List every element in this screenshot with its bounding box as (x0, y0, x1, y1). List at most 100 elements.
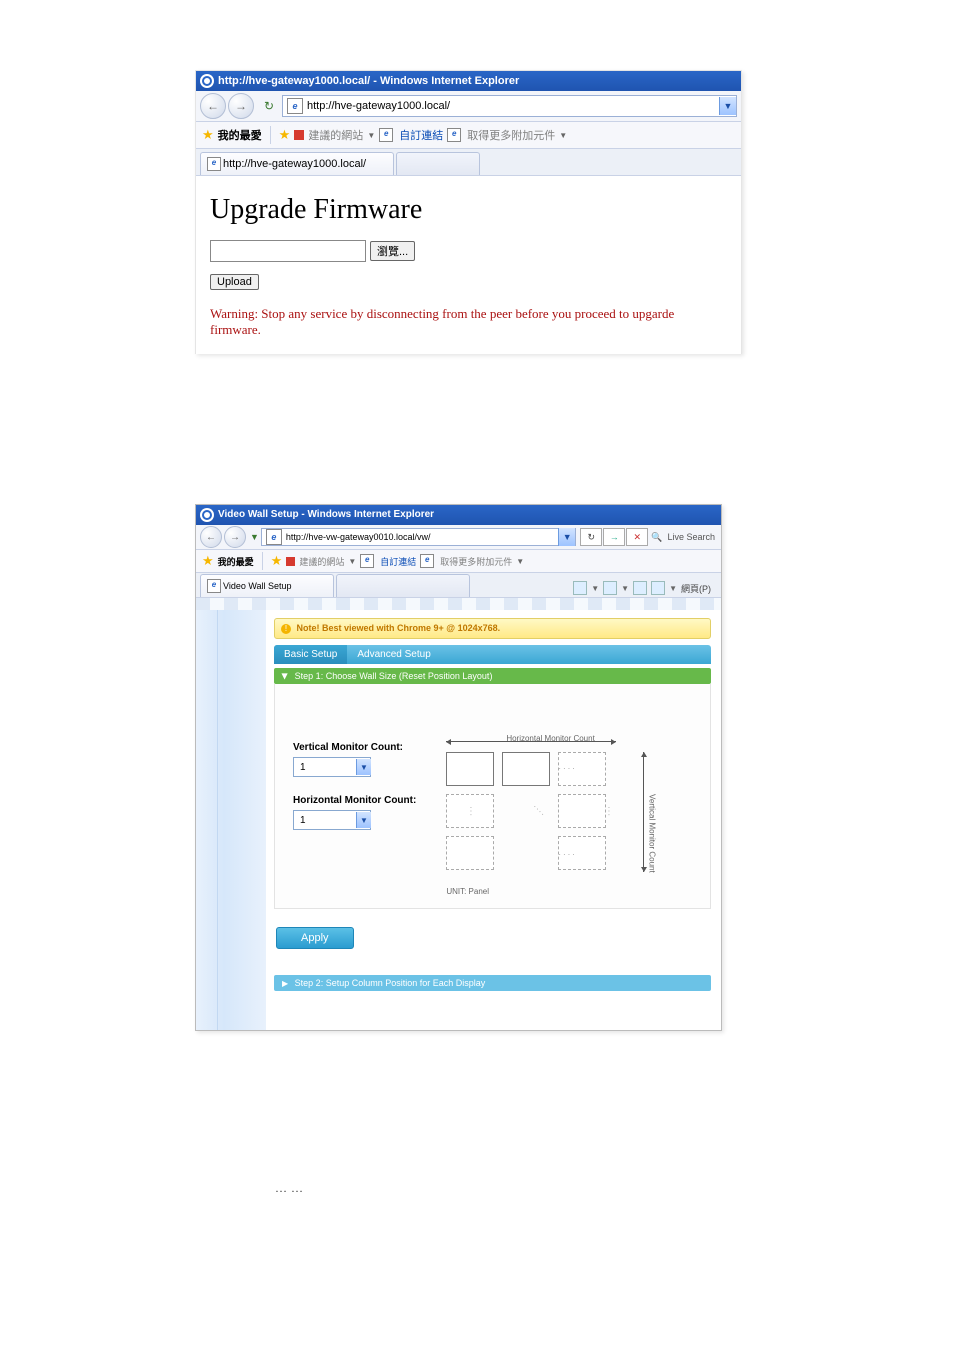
chev: ▼ (591, 584, 599, 593)
note-text: Note! Best viewed with Chrome 9+ @ 1024x… (297, 623, 501, 633)
favorites-label-2: 我的最愛 (218, 555, 254, 568)
star-icon-4[interactable]: ★ (271, 553, 283, 569)
home-icon[interactable] (573, 581, 587, 595)
window-titlebar-1: http://hve-gateway1000.local/ - Windows … (196, 71, 741, 91)
nav-row-1: ← → ↻ e http://hve-gateway1000.local/ ▼ (196, 91, 741, 122)
window-title-2: Video Wall Setup - Windows Internet Expl… (218, 505, 434, 525)
step1-header[interactable]: ▶ Step 1: Choose Wall Size (Reset Positi… (274, 668, 711, 684)
vertical-count-label: Vertical Monitor Count: (293, 742, 416, 753)
star-icon-3[interactable]: ★ (202, 553, 214, 569)
fav-suggested-sites[interactable]: 建議的網站 (308, 127, 363, 143)
fav-custom-links[interactable]: 自訂連結 (399, 127, 443, 143)
count-inputs-column: Vertical Monitor Count: 1 ▼ Horizontal M… (293, 734, 416, 894)
tab-row-2: e Video Wall Setup ▼ ▼ ▼ 網頁(P) (196, 573, 721, 598)
feed-icon[interactable] (603, 581, 617, 595)
step1-title: Step 1: Choose Wall Size (Reset Position… (295, 671, 493, 681)
go-box-icon[interactable]: → (603, 528, 625, 546)
red-square-icon-2 (286, 557, 295, 566)
page-icon-2: e (266, 529, 282, 545)
fav-more-2[interactable]: 取得更多附加元件 (440, 555, 512, 568)
dots-col-right: ··· (604, 806, 613, 817)
dropdown-icon[interactable]: ▼ (250, 532, 259, 542)
fav-custom-2[interactable]: 自訂連結 (380, 555, 416, 568)
back-button[interactable]: ← (200, 93, 226, 119)
page-menu[interactable]: 網頁(P) (681, 582, 711, 595)
screenshot-video-wall: Video Wall Setup - Windows Internet Expl… (195, 504, 722, 1031)
tab-title-2: Video Wall Setup (223, 581, 292, 591)
step2-header[interactable]: ▶ Step 2: Setup Column Position for Each… (274, 975, 711, 991)
upload-button[interactable]: Upload (210, 274, 259, 290)
address-text-2: http://hve-vw-gateway0010.local/vw/ (286, 532, 431, 542)
ellipsis-text: …… (275, 1181, 954, 1196)
refresh-box-icon[interactable]: ↻ (580, 528, 602, 546)
stop-box-icon[interactable]: ✕ (626, 528, 648, 546)
new-tab-button-2[interactable] (336, 574, 470, 597)
new-tab-button[interactable] (396, 152, 480, 175)
nav-right-controls: ↻ → ✕ 🔍 Live Search (580, 528, 717, 546)
chevron-down-icon-2: ▼ (559, 131, 567, 140)
forward-button[interactable]: → (228, 93, 254, 119)
address-bar[interactable]: e http://hve-gateway1000.local/ ▼ (282, 95, 737, 117)
window-title: http://hve-gateway1000.local/ - Windows … (218, 71, 519, 91)
mail-icon[interactable] (633, 581, 647, 595)
tab-ie-icon: e (207, 157, 221, 171)
back-button-2[interactable]: ← (200, 526, 222, 548)
dots-col-left: ··· (466, 806, 475, 817)
chev: ▼ (669, 584, 677, 593)
favorites-label: 我的最愛 (218, 127, 262, 143)
favorites-bar-1: ★ 我的最愛 ★ 建議的網站 ▼ e 自訂連結 e 取得更多附加元件 ▼ (196, 122, 741, 149)
browse-button[interactable]: 瀏覽... (370, 241, 415, 261)
star-icon[interactable]: ★ (202, 127, 214, 143)
panel (446, 836, 494, 870)
nav-row-2: ← → ▼ e http://hve-vw-gateway0010.local/… (196, 525, 721, 550)
vertical-count-select[interactable]: 1 ▼ (293, 757, 371, 777)
panel (502, 752, 550, 786)
tab-ie-icon-2: e (207, 579, 221, 593)
forward-button-2[interactable]: → (224, 526, 246, 548)
file-path-input[interactable] (210, 240, 366, 262)
setup-tabs: Basic Setup Advanced Setup (274, 645, 711, 664)
address-dropdown-icon-2[interactable]: ▼ (558, 528, 575, 546)
browser-tab-2[interactable]: e Video Wall Setup (200, 574, 334, 597)
main-content: ! Note! Best viewed with Chrome 9+ @ 102… (266, 610, 721, 1030)
browser-tab[interactable]: e http://hve-gateway1000.local/ (200, 152, 394, 175)
toolbar-right: ▼ ▼ ▼ 網頁(P) (573, 581, 717, 597)
collapse-icon: ▶ (281, 673, 290, 679)
horizontal-count-select[interactable]: 1 ▼ (293, 810, 371, 830)
tab-basic-setup[interactable]: Basic Setup (274, 645, 347, 664)
ie-mini-icon-4: e (420, 554, 434, 568)
dots-row-top: ···· (558, 764, 577, 773)
address-dropdown-icon[interactable]: ▼ (719, 97, 736, 115)
horizontal-count-label: Horizontal Monitor Count: (293, 795, 416, 806)
ie-icon (200, 74, 214, 88)
page-body-1: Upgrade Firmware 瀏覽... Upload Warning: S… (196, 176, 741, 354)
chevron-down-icon-3: ▼ (348, 557, 356, 566)
unit-label: UNIT: Panel (446, 887, 489, 896)
tab-advanced-setup[interactable]: Advanced Setup (347, 645, 440, 664)
left-sidebar (196, 610, 266, 1030)
ie-mini-icon-2: e (447, 128, 461, 142)
apply-button[interactable]: Apply (276, 927, 354, 949)
chevron-down-icon-4: ▼ (516, 557, 524, 566)
refresh-icon[interactable]: ↻ (260, 97, 278, 115)
vertical-count-value: 1 (300, 762, 306, 773)
step2-title: Step 2: Setup Column Position for Each D… (295, 978, 486, 988)
diagram-h-label: Horizontal Monitor Count (506, 734, 594, 743)
dots-row-bottom: ···· (558, 850, 577, 859)
expand-icon: ▶ (282, 979, 288, 988)
address-bar-2[interactable]: e http://hve-vw-gateway0010.local/vw/ ▼ (261, 528, 576, 546)
live-search-text[interactable]: Live Search (665, 532, 717, 542)
red-square-icon (294, 130, 304, 140)
bar-separator-2 (262, 552, 263, 570)
print-icon[interactable] (651, 581, 665, 595)
page-body-2: ! Note! Best viewed with Chrome 9+ @ 102… (196, 598, 721, 1030)
page-icon: e (287, 98, 303, 114)
fav-more-addons[interactable]: 取得更多附加元件 (467, 127, 555, 143)
chevron-down-icon: ▼ (367, 131, 375, 140)
note-icon: ! (281, 624, 291, 634)
star-icon-2[interactable]: ★ (279, 127, 291, 143)
page-heading: Upgrade Firmware (210, 194, 727, 226)
decorative-stripe (196, 598, 721, 610)
fav-suggested-2[interactable]: 建議的網站 (299, 555, 344, 568)
ie-mini-icon-3: e (360, 554, 374, 568)
